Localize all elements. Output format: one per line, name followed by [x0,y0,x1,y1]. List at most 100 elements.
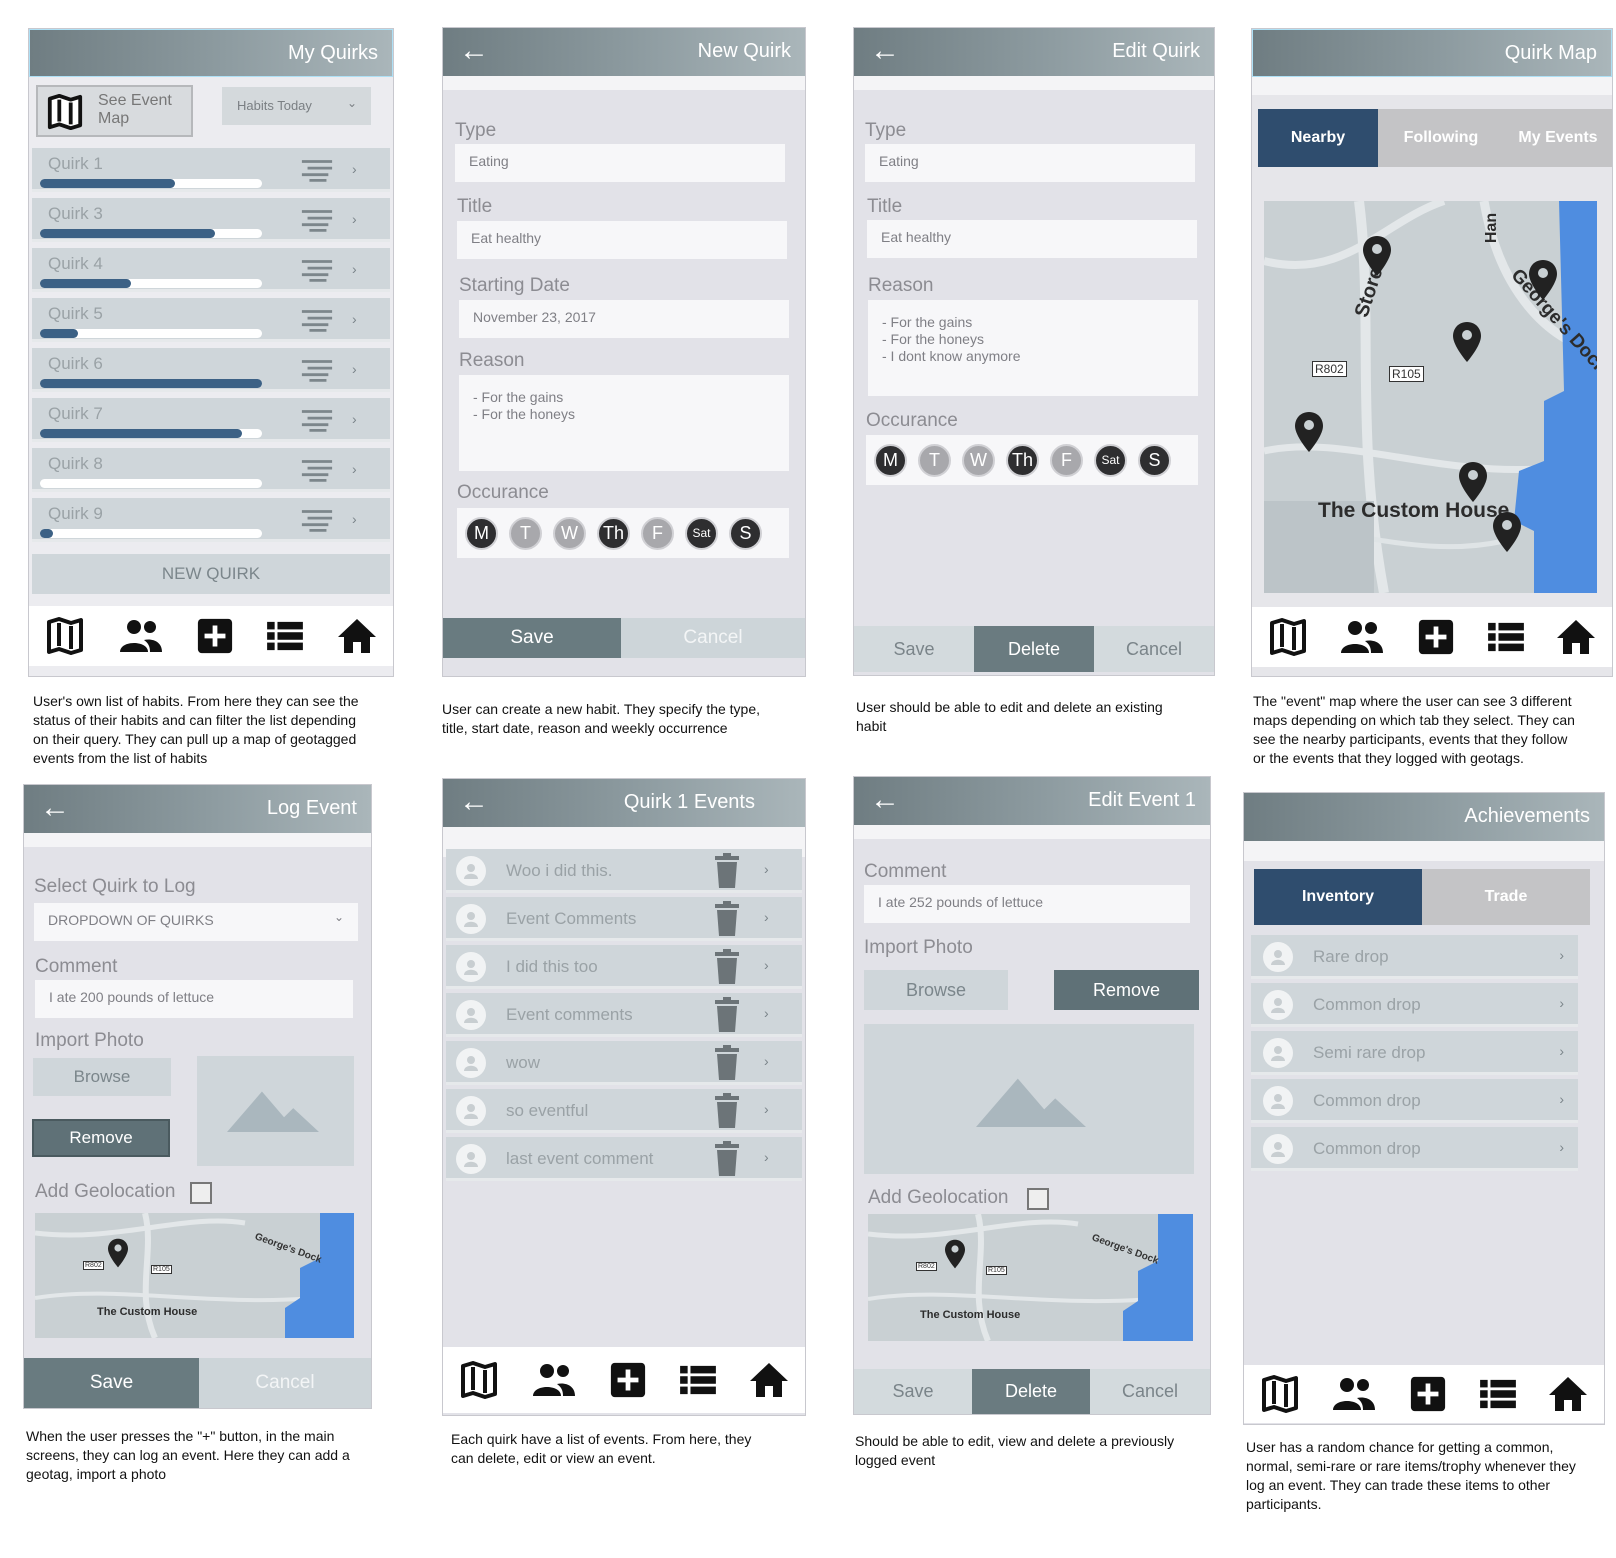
quirk-row[interactable]: Quirk 1 › [32,148,390,192]
nav-add[interactable] [196,617,234,655]
trash-icon[interactable] [714,1141,740,1177]
back-arrow-icon[interactable]: ← [40,791,70,825]
trash-icon[interactable] [714,1093,740,1129]
title-field[interactable]: Eat healthy [867,220,1197,258]
event-row[interactable]: Event comments › [446,993,802,1037]
save-button[interactable]: Save [443,618,621,658]
day-toggle[interactable]: T [918,443,951,477]
back-arrow-icon[interactable]: ← [870,783,900,817]
location-map[interactable]: George's Dock R802 R105 The Custom House [868,1214,1193,1341]
back-arrow-icon[interactable]: ← [459,785,489,819]
trash-icon[interactable] [714,853,740,889]
day-toggle[interactable]: Th [1006,443,1039,477]
event-row[interactable]: last event comment › [446,1137,802,1181]
map-pin-icon[interactable] [1294,411,1324,453]
event-row[interactable]: I did this too › [446,945,802,989]
nav-map[interactable] [45,616,85,656]
nav-map[interactable] [1268,617,1308,657]
day-toggle[interactable]: Sat [685,516,718,550]
achievement-row[interactable]: Semi rare drop › [1251,1031,1578,1075]
browse-button[interactable]: Browse [864,970,1008,1010]
cancel-button[interactable]: Cancel [621,618,805,658]
cancel-button[interactable]: Cancel [1094,626,1214,672]
event-row[interactable]: Event Comments › [446,897,802,941]
map-pin-icon[interactable] [1452,321,1482,363]
map-pin-icon[interactable] [1528,259,1558,301]
nav-list[interactable] [266,620,304,652]
day-toggle[interactable]: S [729,516,762,550]
event-map[interactable]: Store George's Dock Han R802 R105 The Cu… [1264,201,1597,593]
quirk-row[interactable]: Quirk 5 › [32,298,390,342]
nav-list[interactable] [679,1364,717,1396]
day-toggle[interactable]: S [1138,443,1171,477]
save-button[interactable]: Save [24,1358,199,1408]
map-pin-icon[interactable] [1458,461,1488,503]
day-toggle[interactable]: Th [597,516,630,550]
cancel-button[interactable]: Cancel [1090,1369,1210,1414]
nav-people[interactable] [118,618,164,654]
quirk-row[interactable]: Quirk 3 › [32,198,390,242]
nav-home[interactable] [1556,619,1596,655]
day-toggle[interactable]: W [553,516,586,550]
type-field[interactable]: Eating [455,144,785,182]
achievement-row[interactable]: Common drop › [1251,1127,1578,1171]
geolocation-checkbox[interactable] [1027,1188,1049,1210]
event-row[interactable]: Woo i did this. › [446,849,802,893]
day-toggle[interactable]: M [465,516,498,550]
tab-nearby[interactable]: Nearby [1258,109,1378,167]
nav-add[interactable] [1409,1375,1447,1413]
day-toggle[interactable]: W [962,443,995,477]
new-quirk-button[interactable]: NEW QUIRK [32,554,390,594]
nav-list[interactable] [1479,1378,1517,1410]
nav-list[interactable] [1487,621,1525,653]
remove-button[interactable]: Remove [1054,970,1199,1010]
reason-field[interactable]: - For the gains - For the honeys - I don… [868,300,1198,396]
quirk-dropdown[interactable]: DROPDOWN OF QUIRKS ⌄ [34,903,358,941]
nav-people[interactable] [531,1362,577,1398]
achievement-row[interactable]: Common drop › [1251,983,1578,1027]
nav-add[interactable] [609,1361,647,1399]
nav-people[interactable] [1331,1376,1377,1412]
location-map[interactable]: George's Dock R802 R105 The Custom House [35,1213,354,1338]
nav-add[interactable] [1417,618,1455,656]
quirk-row[interactable]: Quirk 9 › [32,498,390,542]
trash-icon[interactable] [714,1045,740,1081]
achievement-row[interactable]: Common drop › [1251,1079,1578,1123]
trash-icon[interactable] [714,901,740,937]
nav-home[interactable] [749,1362,789,1398]
see-event-map-button[interactable]: See Event Map [36,85,193,137]
map-pin-icon[interactable] [1492,511,1522,553]
comment-field[interactable]: I ate 252 pounds of lettuce [864,885,1190,923]
event-row[interactable]: wow › [446,1041,802,1085]
habits-filter-dropdown[interactable]: Habits Today ⌄ [222,87,371,125]
map-pin-icon[interactable] [944,1239,966,1269]
day-toggle[interactable]: F [641,516,674,550]
quirk-row[interactable]: Quirk 7 › [32,398,390,442]
tab-my-events[interactable]: My Events [1504,109,1612,167]
title-field[interactable]: Eat healthy [457,221,787,259]
tab-following[interactable]: Following [1378,109,1504,167]
trash-icon[interactable] [714,997,740,1033]
geolocation-checkbox[interactable] [190,1182,212,1204]
event-row[interactable]: so eventful › [446,1089,802,1133]
back-arrow-icon[interactable]: ← [870,34,900,68]
starting-date-field[interactable]: November 23, 2017 [459,300,789,338]
cancel-button[interactable]: Cancel [199,1358,371,1408]
nav-people[interactable] [1339,619,1385,655]
delete-button[interactable]: Delete [972,1369,1090,1414]
back-arrow-icon[interactable]: ← [459,34,489,68]
nav-home[interactable] [337,618,377,654]
map-pin-icon[interactable] [1362,235,1392,277]
nav-map[interactable] [1260,1374,1300,1414]
achievement-row[interactable]: Rare drop › [1251,935,1578,979]
quirk-row[interactable]: Quirk 6 › [32,348,390,392]
quirk-row[interactable]: Quirk 4 › [32,248,390,292]
day-toggle[interactable]: T [509,516,542,550]
browse-button[interactable]: Browse [33,1058,171,1096]
tab-inventory[interactable]: Inventory [1254,869,1422,925]
delete-button[interactable]: Delete [974,626,1094,672]
day-toggle[interactable]: M [874,443,907,477]
map-pin-icon[interactable] [107,1238,129,1268]
trash-icon[interactable] [714,949,740,985]
remove-button[interactable]: Remove [32,1119,170,1157]
